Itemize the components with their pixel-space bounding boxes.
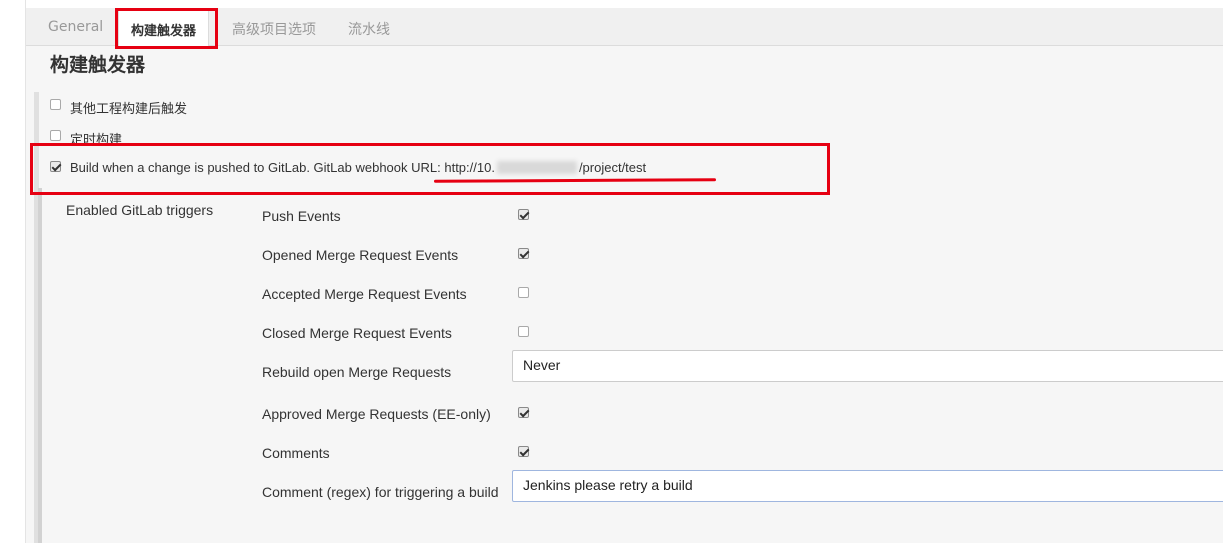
accepted-mr-events-checkbox[interactable]	[518, 287, 529, 298]
enabled-gitlab-triggers-label: Enabled GitLab triggers	[66, 202, 214, 218]
closed-mr-events-label: Closed Merge Request Events	[262, 325, 452, 341]
config-panel: General 构建触发器 高级项目选项 流水线 构建触发器 其他工程构建后触发…	[26, 8, 1223, 543]
rebuild-open-mr-label: Rebuild open Merge Requests	[262, 364, 452, 380]
annotation-box-tab	[115, 8, 218, 49]
section-title: 构建触发器	[50, 54, 146, 76]
gitlab-trigger-options: Enabled GitLab triggers Push Events Open…	[38, 188, 1223, 543]
tab-pipeline[interactable]: 流水线	[348, 19, 390, 39]
subsection-indent-rule	[38, 188, 42, 543]
upstream-build-checkbox[interactable]	[50, 99, 61, 110]
annotation-box-gitlab-trigger	[30, 143, 830, 195]
rebuild-open-mr-select[interactable]: Never	[512, 350, 1223, 382]
push-events-label: Push Events	[262, 208, 341, 224]
tab-advanced-project-options[interactable]: 高级项目选项	[232, 19, 316, 39]
tab-general[interactable]: General	[48, 19, 103, 39]
accepted-mr-events-label: Accepted Merge Request Events	[262, 286, 467, 302]
opened-mr-events-checkbox[interactable]	[518, 248, 529, 259]
comments-label: Comments	[262, 445, 330, 461]
approved-mr-checkbox[interactable]	[518, 407, 529, 418]
push-events-checkbox[interactable]	[518, 209, 529, 220]
comment-regex-input[interactable]: Jenkins please retry a build	[512, 470, 1223, 502]
closed-mr-events-checkbox[interactable]	[518, 326, 529, 337]
comment-regex-label: Comment (regex) for triggering a build	[262, 484, 499, 500]
upstream-build-label: 其他工程构建后触发	[70, 101, 188, 116]
scheduled-build-checkbox[interactable]	[50, 130, 61, 141]
approved-mr-label: Approved Merge Requests (EE-only)	[262, 406, 491, 422]
opened-mr-events-label: Opened Merge Request Events	[262, 247, 459, 263]
comments-checkbox[interactable]	[518, 446, 529, 457]
